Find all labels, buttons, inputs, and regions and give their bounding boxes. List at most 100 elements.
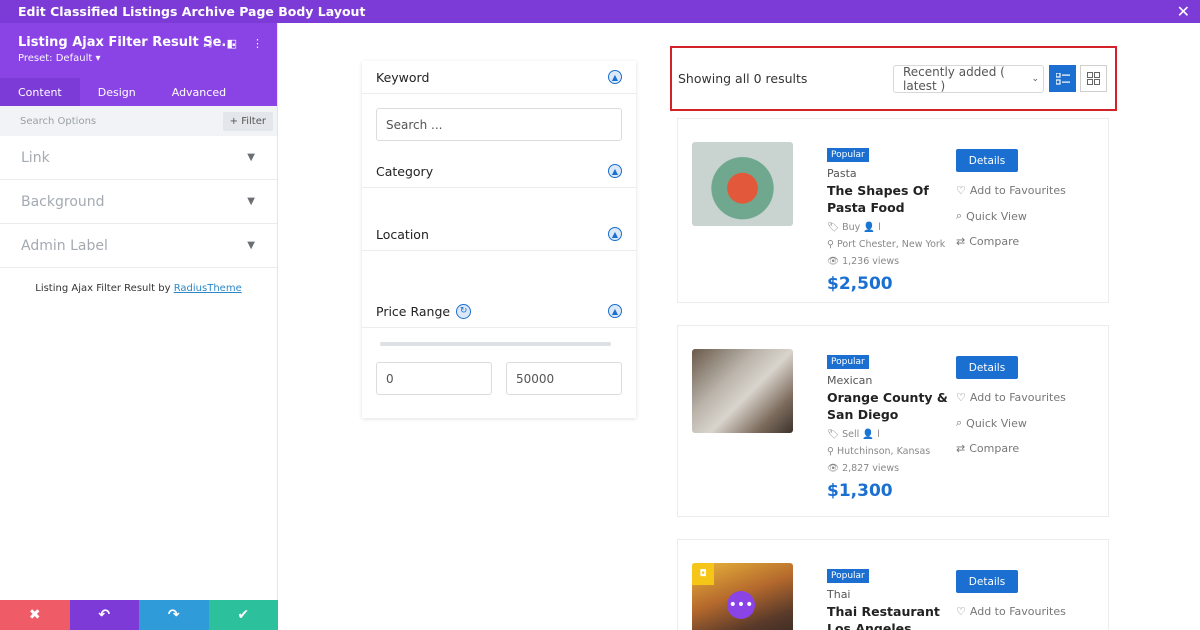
price-min-input[interactable]: 0 — [376, 362, 492, 395]
grid-view-button[interactable] — [1080, 65, 1107, 92]
details-button[interactable]: Details — [956, 149, 1018, 172]
compare-icon: ⇄ — [956, 235, 966, 248]
listing-card: ◘ ••• Popular Thai Thai Restaurant Los A… — [677, 539, 1109, 630]
listing-title[interactable]: The Shapes Of Pasta Food — [827, 182, 952, 216]
chevron-up-icon[interactable]: ▲ — [608, 227, 622, 241]
chevron-down-icon: ▼ — [247, 196, 255, 207]
tab-design[interactable]: Design — [80, 78, 154, 106]
eye-icon: 👁 — [827, 463, 840, 474]
tab-content[interactable]: Content — [0, 78, 80, 106]
add-favourite-link[interactable]: ♡ Add to Favourites — [956, 391, 1066, 404]
search-options-input[interactable]: Search Options — [20, 116, 96, 127]
listing-views: 👁 2,827 views — [827, 463, 900, 474]
builder-topbar: Edit Classified Listings Archive Page Bo… — [0, 0, 1200, 23]
tag-icon: 🏷 — [827, 429, 840, 440]
listing-category[interactable]: Thai — [827, 588, 952, 601]
section-admin-label[interactable]: Admin Label ▼ — [0, 224, 277, 268]
add-favourite-link[interactable]: ♡ Add to Favourites — [956, 605, 1066, 618]
panel-tabs: Content Design Advanced — [0, 78, 277, 106]
category-label: Category — [376, 163, 434, 179]
section-label: Link — [21, 149, 50, 166]
add-favourite-link[interactable]: ♡ Add to Favourites — [956, 184, 1066, 197]
price-range-slider[interactable] — [380, 342, 611, 346]
undo-button[interactable]: ↶ — [69, 600, 139, 630]
price-range-label: Price Range — [376, 303, 451, 319]
chevron-up-icon[interactable]: ▲ — [608, 164, 622, 178]
heart-icon: ♡ — [956, 605, 966, 618]
chevron-up-icon[interactable]: ▲ — [608, 70, 622, 84]
zoom-icon: ⌕ — [956, 416, 963, 429]
settings-panel: Listing Ajax Filter Result Se... Preset:… — [0, 23, 278, 630]
listing-title[interactable]: Thai Restaurant Los Angeles — [827, 603, 952, 630]
results-count: Showing all 0 results — [678, 71, 808, 86]
section-label: Admin Label — [21, 237, 108, 254]
quick-view-link[interactable]: ⌕ Quick View — [956, 416, 1066, 430]
compare-link[interactable]: ⇄ Compare — [956, 235, 1066, 248]
layout-icon[interactable]: ◧ — [227, 37, 237, 51]
fullscreen-icon[interactable]: ⛶ — [204, 37, 212, 51]
filter-button[interactable]: + Filter — [222, 111, 273, 131]
price-max-input[interactable]: 50000 — [506, 362, 622, 395]
quick-view-link[interactable]: ⌕ Quick View — [956, 209, 1066, 223]
save-button[interactable]: ✔ — [208, 600, 278, 630]
listing-image[interactable]: ◘ ••• — [692, 563, 793, 630]
preset-selector[interactable]: Preset: Default ▾ — [18, 53, 259, 64]
listing-category[interactable]: Pasta — [827, 167, 952, 180]
location-section-header[interactable]: Location ▲ — [362, 218, 636, 251]
sort-select[interactable]: Recently added ( latest ) ⌄ — [893, 64, 1044, 93]
listing-image[interactable] — [692, 142, 793, 226]
listing-views: 👁 1,236 views — [827, 256, 900, 267]
details-button[interactable]: Details — [956, 356, 1018, 379]
credit-link[interactable]: RadiusTheme — [174, 283, 242, 294]
credit-text: Listing Ajax Filter Result by — [35, 283, 171, 294]
panel-header: Listing Ajax Filter Result Se... Preset:… — [0, 23, 277, 78]
discard-button[interactable]: ✖ — [0, 600, 70, 630]
tab-advanced[interactable]: Advanced — [154, 78, 244, 106]
chevron-down-icon: ⌄ — [1031, 73, 1039, 84]
chevron-up-icon[interactable]: ▲ — [608, 304, 622, 318]
compare-icon: ⇄ — [956, 442, 966, 455]
map-pin-icon: ⚲ — [827, 239, 834, 250]
heart-icon: ♡ — [956, 184, 966, 197]
listing-type: 🏷 Buy 👤 l — [827, 222, 881, 233]
map-pin-icon: ⚲ — [827, 446, 834, 457]
module-credit: Listing Ajax Filter Result by RadiusThem… — [0, 283, 277, 294]
listing-location: ⚲ Port Chester, New York — [827, 239, 946, 250]
listing-type: 🏷 Sell 👤 l — [827, 429, 880, 440]
zoom-icon: ⌕ — [956, 209, 963, 222]
listing-category[interactable]: Mexican — [827, 374, 952, 387]
section-background[interactable]: Background ▼ — [0, 180, 277, 224]
listing-title[interactable]: Orange County & San Diego — [827, 389, 952, 423]
category-section-header[interactable]: Category ▲ — [362, 155, 636, 188]
chevron-down-icon: ▼ — [247, 152, 255, 163]
grid-view-icon — [1087, 72, 1100, 85]
refresh-icon[interactable]: ↻ — [456, 303, 472, 319]
more-options-icon[interactable]: ••• — [727, 591, 755, 619]
keyword-label: Keyword — [376, 69, 430, 85]
keyword-section-header[interactable]: Keyword ▲ — [362, 61, 636, 94]
panel-bottom-bar: ✖ ↶ ↷ ✔ — [0, 600, 278, 630]
price-section-header[interactable]: Price Range ↻ ▲ — [362, 295, 636, 328]
redo-button[interactable]: ↷ — [139, 600, 209, 630]
status-badge: Popular — [827, 355, 869, 369]
eye-icon: 👁 — [827, 256, 840, 267]
close-icon[interactable]: ✕ — [1177, 2, 1190, 21]
bookmark-icon: ◘ — [692, 563, 714, 585]
details-button[interactable]: Details — [956, 570, 1018, 593]
section-link[interactable]: Link ▼ — [0, 136, 277, 180]
compare-link[interactable]: ⇄ Compare — [956, 442, 1066, 455]
listing-price: $1,300 — [827, 481, 893, 501]
list-view-icon — [1055, 72, 1070, 85]
preview-canvas: Keyword ▲ Search ... Category ▲ Location… — [278, 23, 1200, 630]
list-view-button[interactable] — [1049, 65, 1076, 92]
listing-price: $2,500 — [827, 274, 893, 294]
listing-card: Popular Pasta The Shapes Of Pasta Food 🏷… — [677, 118, 1109, 303]
results-header: Showing all 0 results Recently added ( l… — [670, 46, 1117, 111]
user-icon: 👤 — [862, 429, 875, 440]
listing-image[interactable] — [692, 349, 793, 433]
keyword-search-input[interactable]: Search ... — [376, 108, 622, 141]
tag-icon: 🏷 — [827, 222, 840, 233]
section-label: Background — [21, 193, 105, 210]
listing-location: ⚲ Hutchinson, Kansas — [827, 446, 931, 457]
more-options-icon[interactable]: ⋮ — [252, 37, 263, 51]
